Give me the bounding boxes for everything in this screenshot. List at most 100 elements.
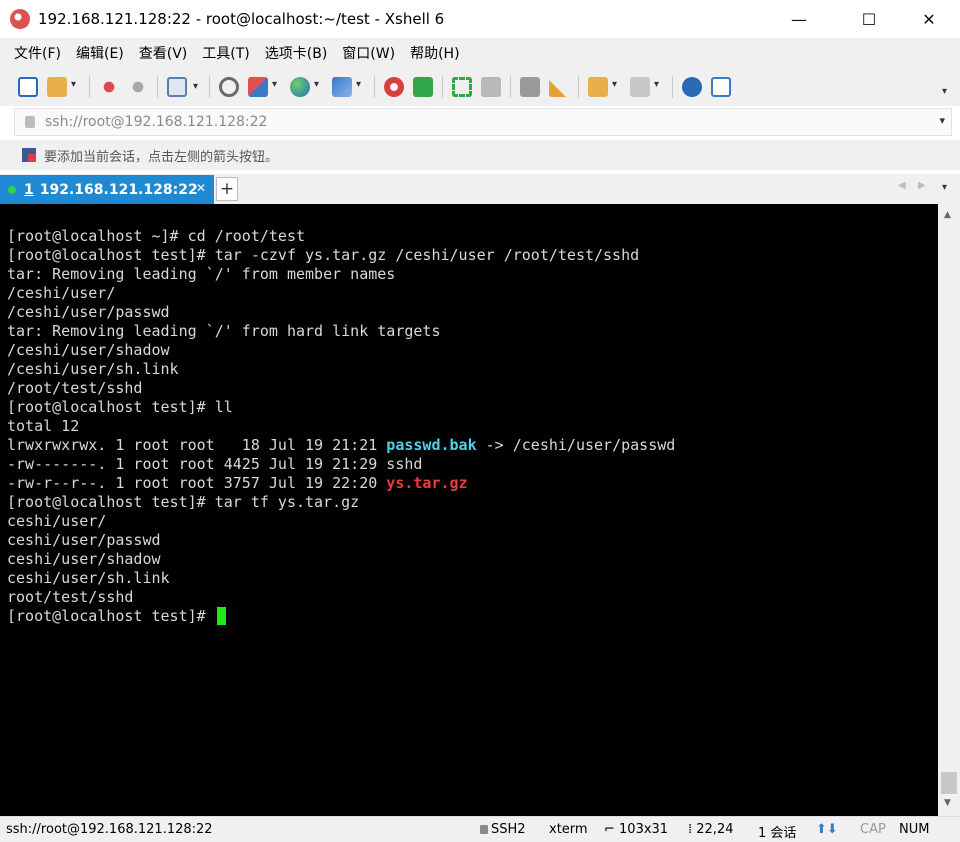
- menu-tools[interactable]: 工具(T): [202, 43, 249, 63]
- ls-row: -rw-r--r--. 1 root root 3757 Jul 19 22:2…: [7, 474, 938, 493]
- menu-file[interactable]: 文件(F): [14, 43, 61, 63]
- status-connection: ssh://root@192.168.121.128:22: [6, 822, 213, 837]
- lock-icon: [480, 825, 488, 834]
- xmanager-icon[interactable]: [413, 77, 433, 97]
- status-sessions: 1 会话: [758, 826, 797, 841]
- help-icon[interactable]: [682, 77, 702, 97]
- hint-text: 要添加当前会话，点击左侧的箭头按钮。: [44, 149, 279, 165]
- transfer-icon[interactable]: [248, 77, 277, 97]
- resize-icon: ⌐: [604, 822, 620, 837]
- address-input[interactable]: ssh://root@192.168.121.128:22: [45, 114, 267, 130]
- session-hint-bar: 要添加当前会话，点击左侧的箭头按钮。: [0, 140, 960, 170]
- tab-scroll-right-icon[interactable]: ▶: [918, 180, 926, 191]
- ls-symlink-name: passwd.bak: [386, 436, 477, 454]
- menu-help[interactable]: 帮助(H): [410, 43, 459, 63]
- toolbar-separator: [209, 76, 210, 98]
- terminal-line: ceshi/user/sh.link: [7, 569, 170, 587]
- terminal-line: ceshi/user/: [7, 512, 107, 530]
- ls-meta: -rw-------. 1 root root 4425 Jul 19 21:2…: [7, 455, 387, 473]
- chevron-down-icon[interactable]: ▾: [939, 114, 945, 127]
- terminal-line: root/test/sshd: [7, 588, 134, 606]
- terminal-line: /ceshi/user/sh.link: [7, 360, 179, 378]
- close-button[interactable]: ✕: [906, 0, 952, 38]
- xftp-icon[interactable]: [384, 77, 404, 97]
- tab-close-icon[interactable]: ✕: [196, 181, 206, 195]
- open-folder-icon[interactable]: [47, 77, 76, 97]
- terminal-output[interactable]: [root@localhost ~]# cd /root/test [root@…: [0, 204, 938, 816]
- status-protocol: SSH2: [480, 822, 526, 837]
- toolbar-separator: [672, 76, 673, 98]
- terminal-line: tar: Removing leading `/' from hard link…: [7, 322, 441, 340]
- globe-icon[interactable]: [290, 77, 319, 97]
- terminal-line: /ceshi/user/: [7, 284, 116, 302]
- status-cap: CAP: [860, 822, 886, 837]
- toolbar-separator: [374, 76, 375, 98]
- new-session-icon[interactable]: [18, 77, 38, 97]
- tab-scroll-left-icon[interactable]: ◀: [898, 180, 906, 191]
- menu-edit[interactable]: 编辑(E): [76, 43, 124, 63]
- ls-archive-name: ys.tar.gz: [386, 474, 468, 492]
- ls-file-name: sshd: [386, 455, 423, 473]
- find-icon[interactable]: [219, 77, 239, 97]
- highlight-icon[interactable]: [549, 77, 569, 97]
- disconnect-icon[interactable]: [128, 77, 148, 97]
- connect-icon[interactable]: [99, 77, 119, 97]
- add-tab-button[interactable]: +: [216, 177, 238, 201]
- ls-row: -rw-------. 1 root root 4425 Jul 19 21:2…: [7, 455, 938, 474]
- status-cursor: ⁞ 22,24: [688, 822, 733, 837]
- tab-list-icon[interactable]: ▾: [942, 182, 947, 193]
- menu-bar: 文件(F) 编辑(E) 查看(V) 工具(T) 选项卡(B) 窗口(W) 帮助(…: [0, 38, 960, 68]
- toolbar-separator: [578, 76, 579, 98]
- terminal-line: [root@localhost test]# ll: [7, 398, 233, 416]
- terminal-line: [root@localhost test]# tar -czvf ys.tar.…: [7, 246, 640, 264]
- terminal-scrollbar[interactable]: ▲ ▼: [938, 204, 960, 816]
- lock-icon: [25, 116, 35, 128]
- ls-meta: -rw-r--r--. 1 root root 3757 Jul 19 22:2…: [7, 474, 387, 492]
- connected-status-icon: [8, 185, 16, 194]
- bookmark-arrow-icon[interactable]: [22, 148, 36, 162]
- compose-icon[interactable]: [588, 77, 617, 97]
- toolbar-separator: [157, 76, 158, 98]
- address-bar[interactable]: ssh://root@192.168.121.128:22 ▾: [14, 108, 952, 136]
- scrollbar-thumb[interactable]: [941, 772, 957, 794]
- terminal-line: ceshi/user/shadow: [7, 550, 161, 568]
- tab-number: 1: [24, 181, 34, 198]
- terminal-line: [root@localhost test]# tar tf ys.tar.gz: [7, 493, 360, 511]
- terminal-line: /ceshi/user/passwd: [7, 303, 170, 321]
- toolbar-separator: [510, 76, 511, 98]
- minimize-button[interactable]: —: [776, 0, 822, 38]
- maximize-button[interactable]: ☐: [846, 0, 892, 38]
- tab-bar: 1 192.168.121.128:22 ✕ + ◀ ▶ ▾: [0, 174, 960, 204]
- font-icon[interactable]: [332, 77, 361, 97]
- lock-icon[interactable]: [481, 77, 501, 97]
- keyboard-icon[interactable]: [520, 77, 540, 97]
- title-bar: 192.168.121.128:22 - root@localhost:~/te…: [0, 0, 960, 38]
- terminal-line: [root@localhost ~]# cd /root/test: [7, 227, 306, 245]
- terminal-line: total 12: [7, 417, 80, 435]
- terminal-line: tar: Removing leading `/' from member na…: [7, 265, 396, 283]
- layout-icon[interactable]: [630, 77, 659, 97]
- ls-meta: lrwxrwxrwx. 1 root root 18 Jul 19 21:21: [7, 436, 387, 454]
- chat-icon[interactable]: [711, 77, 731, 97]
- status-bar: ssh://root@192.168.121.128:22 SSH2 xterm…: [0, 816, 960, 842]
- terminal-prompt-line[interactable]: [root@localhost test]#: [7, 607, 938, 626]
- menu-window[interactable]: 窗口(W): [342, 43, 395, 63]
- menu-tab[interactable]: 选项卡(B): [265, 43, 328, 63]
- scroll-up-icon[interactable]: ▲: [944, 210, 951, 220]
- tab-session-1[interactable]: 1 192.168.121.128:22 ✕: [0, 175, 214, 204]
- status-cursor-label: 22,24: [696, 822, 734, 837]
- toolbar-overflow-icon[interactable]: ▾: [942, 86, 947, 97]
- status-num: NUM: [899, 822, 930, 837]
- menu-view[interactable]: 查看(V): [139, 43, 188, 63]
- xshell-logo-icon: [10, 9, 30, 29]
- toolbar-separator: [89, 76, 90, 98]
- ls-link-target: -> /ceshi/user/passwd: [476, 436, 676, 454]
- properties-icon[interactable]: [167, 77, 198, 97]
- fullscreen-icon[interactable]: [452, 77, 472, 97]
- toolbar: [0, 68, 960, 106]
- scroll-down-icon[interactable]: ▼: [944, 798, 951, 808]
- terminal-line: ceshi/user/passwd: [7, 531, 161, 549]
- tab-label: 192.168.121.128:22: [39, 181, 198, 198]
- status-protocol-label: SSH2: [491, 822, 526, 837]
- terminal-line: /root/test/sshd: [7, 379, 143, 397]
